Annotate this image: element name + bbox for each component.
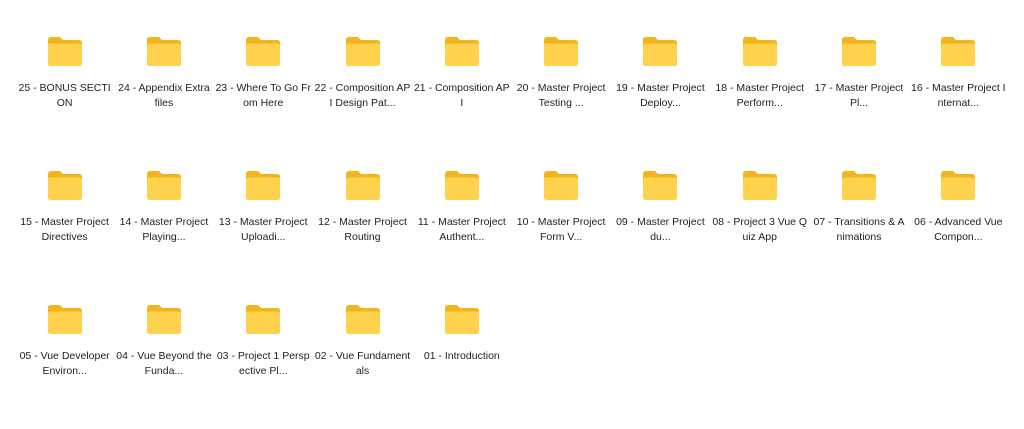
folder-icon: [842, 171, 877, 200]
folder-icon: [246, 171, 281, 200]
folder-icon: [47, 171, 82, 200]
folder-label: 19 - Master Project Deploy...: [616, 82, 705, 109]
folder-icon: [742, 37, 777, 66]
folder-grid: 25 - BONUS SECTION 24 - Appendix Extra fi…: [15, 27, 1008, 429]
folder-icon: [246, 37, 281, 66]
folder-icon: [941, 171, 976, 200]
folder-icon: [345, 305, 380, 334]
folder-label: 07 - Transitions & Animations: [813, 216, 905, 243]
folder-label: 22 - Composition API Design Pat...: [314, 82, 411, 109]
folder-icon: [444, 305, 479, 334]
folder-icon: [643, 171, 678, 200]
folder-icon: [444, 37, 479, 66]
folder-icon: [47, 305, 82, 334]
folder-label: 09 - Master Project du...: [616, 216, 705, 243]
folder-item[interactable]: 02 - Vue Fundamentals: [313, 295, 412, 429]
folder-item[interactable]: 16 - Master Project Internat...: [909, 27, 1008, 161]
folder-label: 14 - Master Project Playing...: [119, 216, 209, 243]
folder-label: 02 - Vue Fundamentals: [314, 350, 411, 377]
folder-label: 16 - Master Project Internat...: [911, 82, 1006, 109]
folder-icon: [742, 171, 777, 200]
folder-label: 24 - Appendix Extra files: [118, 82, 210, 109]
folder-item[interactable]: 23 - Where To Go From Here: [214, 27, 313, 161]
folder-icon: [345, 37, 380, 66]
folder-item[interactable]: 05 - Vue Developer Environ...: [15, 295, 114, 429]
folder-label: 01 - Introduction: [423, 350, 500, 362]
folder-item[interactable]: 08 - Project 3 Vue Quiz App: [710, 161, 809, 295]
folder-icon: [146, 305, 181, 334]
folder-icon: [842, 37, 877, 66]
folder-item[interactable]: 22 - Composition API Design Pat...: [313, 27, 412, 161]
folder-item[interactable]: 09 - Master Project du...: [611, 161, 710, 295]
folder-icon: [444, 171, 479, 200]
folder-label: 11 - Master Project Authent...: [417, 216, 506, 243]
folder-item[interactable]: 21 - Composition API: [412, 27, 511, 161]
folder-item[interactable]: 06 - Advanced Vue Compon...: [909, 161, 1008, 295]
folder-label: 25 - BONUS SECTION: [18, 82, 111, 109]
folder-item[interactable]: 04 - Vue Beyond the Funda...: [114, 295, 213, 429]
folder-item[interactable]: 13 - Master Project Uploadi...: [214, 161, 313, 295]
folder-icon: [345, 171, 380, 200]
folder-label: 13 - Master Project Uploadi...: [218, 216, 308, 243]
folder-item[interactable]: 11 - Master Project Authent...: [412, 161, 511, 295]
folder-label: 12 - Master Project Routing: [318, 216, 407, 243]
folder-icon: [146, 37, 181, 66]
folder-icon: [643, 37, 678, 66]
folder-icon: [941, 37, 976, 66]
folder-item[interactable]: 03 - Project 1 Perspective Pl...: [214, 295, 313, 429]
folder-item[interactable]: 19 - Master Project Deploy...: [611, 27, 710, 161]
folder-item[interactable]: 15 - Master Project Directives: [15, 161, 114, 295]
folder-label: 10 - Master Project Form V...: [516, 216, 606, 243]
folder-label: 20 - Master Project Testing ...: [516, 82, 606, 109]
folder-label: 04 - Vue Beyond the Funda...: [116, 350, 212, 377]
folder-label: 03 - Project 1 Perspective Pl...: [216, 350, 310, 377]
folder-item[interactable]: 18 - Master Project Perform...: [710, 27, 809, 161]
folder-label: 05 - Vue Developer Environ...: [19, 350, 110, 377]
folder-label: 06 - Advanced Vue Compon...: [914, 216, 1003, 243]
folder-label: 17 - Master Project Pl...: [814, 82, 904, 109]
folder-label: 18 - Master Project Perform...: [715, 82, 805, 109]
folder-label: 15 - Master Project Directives: [20, 216, 109, 243]
folder-item[interactable]: 12 - Master Project Routing: [313, 161, 412, 295]
folder-item[interactable]: 14 - Master Project Playing...: [114, 161, 213, 295]
folder-label: 08 - Project 3 Vue Quiz App: [712, 216, 808, 243]
folder-item[interactable]: 10 - Master Project Form V...: [511, 161, 610, 295]
folder-label: 23 - Where To Go From Here: [215, 82, 311, 109]
folder-item[interactable]: 07 - Transitions & Animations: [809, 161, 908, 295]
folder-icon: [146, 171, 181, 200]
folder-icon: [47, 37, 82, 66]
folder-item[interactable]: 20 - Master Project Testing ...: [511, 27, 610, 161]
folder-icon: [544, 37, 579, 66]
folder-icon: [246, 305, 281, 334]
folder-item[interactable]: 24 - Appendix Extra files: [114, 27, 213, 161]
folder-icon: [544, 171, 579, 200]
folder-label: 21 - Composition API: [413, 82, 510, 109]
folder-item[interactable]: 01 - Introduction: [412, 295, 511, 429]
folder-item[interactable]: 25 - BONUS SECTION: [15, 27, 114, 161]
folder-item[interactable]: 17 - Master Project Pl...: [809, 27, 908, 161]
